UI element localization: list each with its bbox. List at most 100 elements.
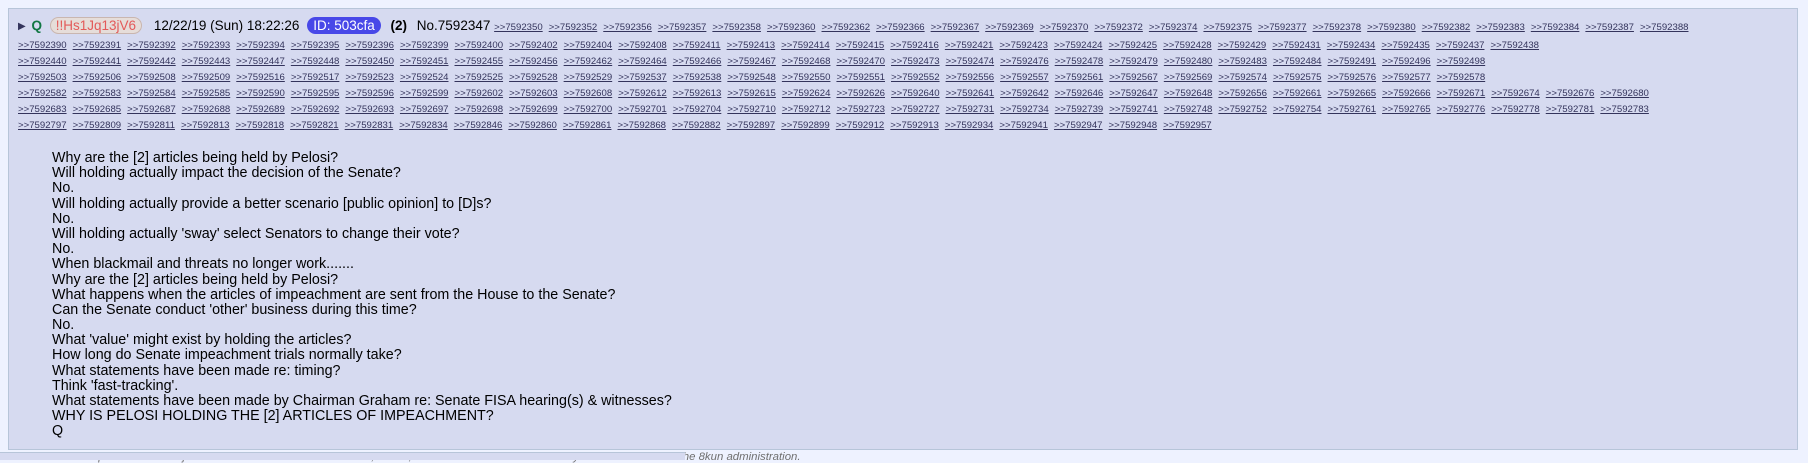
backlink[interactable]: >>7592697: [400, 104, 449, 115]
backlink[interactable]: >>7592382: [1422, 22, 1471, 33]
backlink[interactable]: >>7592503: [18, 72, 67, 83]
backlink[interactable]: >>7592392: [127, 40, 176, 51]
backlink[interactable]: >>7592448: [291, 56, 340, 67]
backlink[interactable]: >>7592384: [1531, 22, 1580, 33]
backlink[interactable]: >>7592797: [18, 120, 67, 131]
backlink[interactable]: >>7592366: [876, 22, 925, 33]
backlink[interactable]: >>7592674: [1491, 88, 1540, 99]
backlink[interactable]: >>7592380: [1367, 22, 1416, 33]
backlink[interactable]: >>7592781: [1546, 104, 1595, 115]
backlink[interactable]: >>7592431: [1272, 40, 1321, 51]
backlink[interactable]: >>7592582: [18, 88, 67, 99]
backlink[interactable]: >>7592428: [1163, 40, 1212, 51]
backlink[interactable]: >>7592761: [1328, 104, 1377, 115]
backlink[interactable]: >>7592378: [1313, 22, 1362, 33]
backlink[interactable]: >>7592434: [1327, 40, 1376, 51]
backlink[interactable]: >>7592414: [781, 40, 830, 51]
backlink[interactable]: >>7592661: [1273, 88, 1322, 99]
backlink[interactable]: >>7592821: [290, 120, 339, 131]
backlink[interactable]: >>7592727: [891, 104, 940, 115]
backlink[interactable]: >>7592783: [1600, 104, 1649, 115]
backlink[interactable]: >>7592734: [1000, 104, 1049, 115]
backlink[interactable]: >>7592809: [73, 120, 122, 131]
backlink[interactable]: >>7592388: [1640, 22, 1689, 33]
backlink[interactable]: >>7592451: [400, 56, 449, 67]
backlink[interactable]: >>7592483: [1218, 56, 1267, 67]
backlink[interactable]: >>7592396: [345, 40, 394, 51]
backlink[interactable]: >>7592818: [236, 120, 285, 131]
backlink[interactable]: >>7592947: [1054, 120, 1103, 131]
backlink[interactable]: >>7592508: [127, 72, 176, 83]
backlink[interactable]: >>7592868: [617, 120, 666, 131]
backlink[interactable]: >>7592615: [727, 88, 776, 99]
backlink[interactable]: >>7592647: [1109, 88, 1158, 99]
backlink[interactable]: >>7592383: [1476, 22, 1525, 33]
backlink[interactable]: >>7592776: [1437, 104, 1486, 115]
backlink[interactable]: >>7592394: [236, 40, 285, 51]
backlink[interactable]: >>7592506: [73, 72, 122, 83]
backlink[interactable]: >>7592813: [181, 120, 230, 131]
backlink[interactable]: >>7592374: [1149, 22, 1198, 33]
backlink[interactable]: >>7592478: [1055, 56, 1104, 67]
backlink[interactable]: >>7592423: [999, 40, 1048, 51]
backlink[interactable]: >>7592537: [618, 72, 667, 83]
backlink[interactable]: >>7592899: [781, 120, 830, 131]
backlink[interactable]: >>7592692: [291, 104, 340, 115]
backlink[interactable]: >>7592561: [1055, 72, 1104, 83]
backlink[interactable]: >>7592550: [782, 72, 831, 83]
backlink[interactable]: >>7592578: [1437, 72, 1486, 83]
backlink[interactable]: >>7592934: [945, 120, 994, 131]
backlink[interactable]: >>7592577: [1382, 72, 1431, 83]
poster-id-badge[interactable]: ID: 503cfa: [307, 17, 381, 34]
backlink[interactable]: >>7592585: [182, 88, 231, 99]
backlink[interactable]: >>7592583: [73, 88, 122, 99]
backlink[interactable]: >>7592948: [1109, 120, 1158, 131]
backlink[interactable]: >>7592479: [1109, 56, 1158, 67]
backlink[interactable]: >>7592464: [618, 56, 667, 67]
backlink[interactable]: >>7592698: [455, 104, 504, 115]
backlink[interactable]: >>7592590: [236, 88, 285, 99]
backlink[interactable]: >>7592442: [127, 56, 176, 67]
backlink[interactable]: >>7592395: [291, 40, 340, 51]
backlink[interactable]: >>7592399: [400, 40, 449, 51]
backlink[interactable]: >>7592613: [673, 88, 722, 99]
backlink[interactable]: >>7592404: [564, 40, 613, 51]
backlink[interactable]: >>7592693: [345, 104, 394, 115]
backlink[interactable]: >>7592912: [836, 120, 885, 131]
backlink[interactable]: >>7592523: [345, 72, 394, 83]
backlink[interactable]: >>7592599: [400, 88, 449, 99]
backlink[interactable]: >>7592689: [236, 104, 285, 115]
backlink[interactable]: >>7592701: [618, 104, 667, 115]
backlink[interactable]: >>7592438: [1490, 40, 1539, 51]
backlink[interactable]: >>7592456: [509, 56, 558, 67]
backlink[interactable]: >>7592831: [345, 120, 394, 131]
backlink[interactable]: >>7592421: [945, 40, 994, 51]
backlink[interactable]: >>7592538: [673, 72, 722, 83]
backlink[interactable]: >>7592441: [73, 56, 122, 67]
backlink[interactable]: >>7592548: [727, 72, 776, 83]
backlink[interactable]: >>7592528: [509, 72, 558, 83]
backlink[interactable]: >>7592552: [891, 72, 940, 83]
backlink[interactable]: >>7592913: [890, 120, 939, 131]
backlink[interactable]: >>7592957: [1163, 120, 1212, 131]
backlink[interactable]: >>7592484: [1273, 56, 1322, 67]
backlink[interactable]: >>7592447: [236, 56, 285, 67]
backlink[interactable]: >>7592415: [836, 40, 885, 51]
backlink[interactable]: >>7592860: [508, 120, 557, 131]
backlink[interactable]: >>7592352: [549, 22, 598, 33]
backlink[interactable]: >>7592462: [564, 56, 613, 67]
backlink[interactable]: >>7592612: [618, 88, 667, 99]
backlink[interactable]: >>7592712: [782, 104, 831, 115]
backlink[interactable]: >>7592739: [1055, 104, 1104, 115]
backlink[interactable]: >>7592369: [985, 22, 1034, 33]
backlink[interactable]: >>7592357: [658, 22, 707, 33]
backlink[interactable]: >>7592710: [727, 104, 776, 115]
backlink[interactable]: >>7592811: [127, 120, 175, 131]
backlink[interactable]: >>7592391: [73, 40, 122, 51]
backlink[interactable]: >>7592480: [1164, 56, 1213, 67]
backlink[interactable]: >>7592834: [399, 120, 448, 131]
backlink[interactable]: >>7592567: [1109, 72, 1158, 83]
backlink[interactable]: >>7592704: [673, 104, 722, 115]
backlink[interactable]: >>7592370: [1040, 22, 1089, 33]
backlink[interactable]: >>7592440: [18, 56, 67, 67]
